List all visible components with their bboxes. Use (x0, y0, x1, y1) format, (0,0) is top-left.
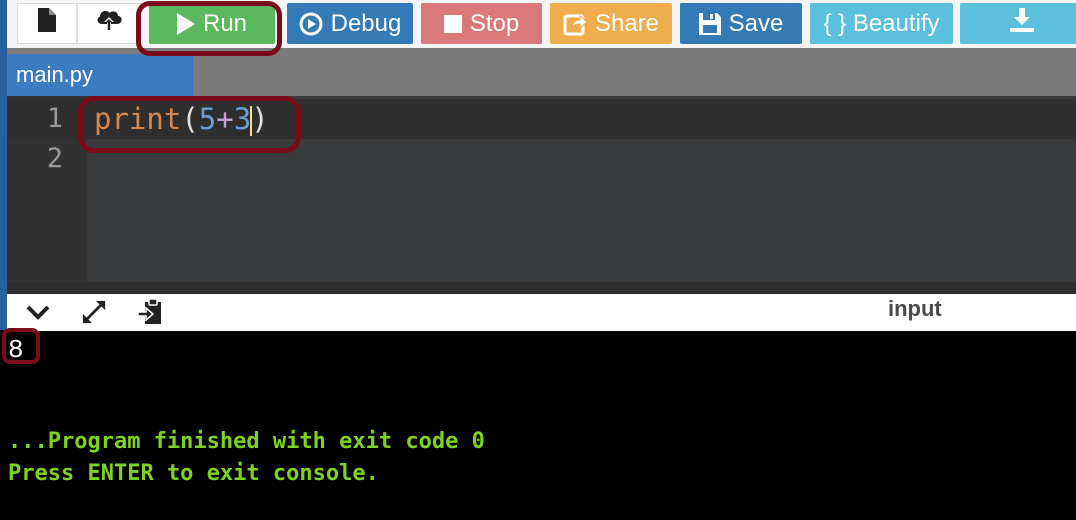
chevron-down-icon[interactable] (25, 299, 51, 325)
tab-label: main.py (16, 62, 94, 87)
beautify-label: { } Beautify (823, 9, 940, 37)
console-toolbar: input (7, 294, 1076, 331)
stop-label: Stop (469, 9, 520, 37)
left-edge-strip (0, 0, 7, 330)
play-icon (176, 12, 195, 35)
debug-button[interactable]: Debug (287, 3, 413, 44)
share-icon (563, 12, 587, 36)
output-console[interactable]: 8 ...Program finished with exit code 0 P… (0, 331, 1076, 520)
upload-icon (95, 8, 123, 39)
stop-button[interactable]: Stop (421, 3, 542, 44)
code-token-number: 5 (198, 102, 217, 136)
save-icon (698, 12, 721, 35)
code-line[interactable]: 2 (7, 139, 1076, 179)
main-toolbar: Run Debug Stop Share Save { } Beautify (7, 0, 1076, 48)
save-label: Save (728, 9, 784, 37)
code-token-function: print (94, 102, 182, 136)
code-token-open-paren: ( (181, 102, 199, 136)
run-button[interactable]: Run (149, 3, 275, 44)
exit-status-message: ...Program finished with exit code 0 (8, 429, 485, 454)
save-button[interactable]: Save (680, 3, 802, 44)
code-text[interactable]: print(5+3) (94, 99, 269, 139)
code-token-operator: + (216, 102, 234, 136)
exit-prompt-message: Press ENTER to exit console. (8, 461, 379, 486)
stop-icon (443, 14, 462, 33)
program-output: 8 (8, 335, 24, 365)
run-label: Run (202, 9, 248, 37)
upload-button[interactable] (77, 3, 141, 44)
code-token-number: 3 (233, 102, 252, 136)
new-file-icon (38, 8, 56, 39)
line-number: 2 (46, 143, 63, 174)
debug-icon (299, 12, 323, 36)
share-label: Share (594, 9, 660, 37)
editor-divider[interactable] (7, 282, 1076, 294)
download-button[interactable] (960, 3, 1076, 44)
clipboard-icon[interactable] (137, 298, 163, 325)
file-tab-bar: main.py (7, 48, 1076, 96)
line-number: 1 (46, 103, 63, 134)
new-file-button[interactable] (17, 3, 77, 44)
expand-icon[interactable] (81, 299, 107, 325)
share-button[interactable]: Share (550, 3, 672, 44)
code-editor[interactable]: 1 print(5+3) 2 (7, 96, 1076, 282)
download-icon (1009, 8, 1034, 39)
code-line[interactable]: 1 print(5+3) (7, 99, 1076, 139)
tab-main-py[interactable]: main.py (7, 54, 193, 96)
input-tab-label[interactable]: input (888, 296, 942, 322)
beautify-button[interactable]: { } Beautify (810, 3, 953, 44)
debug-label: Debug (330, 9, 402, 37)
code-token-close-paren: ) (251, 102, 269, 136)
